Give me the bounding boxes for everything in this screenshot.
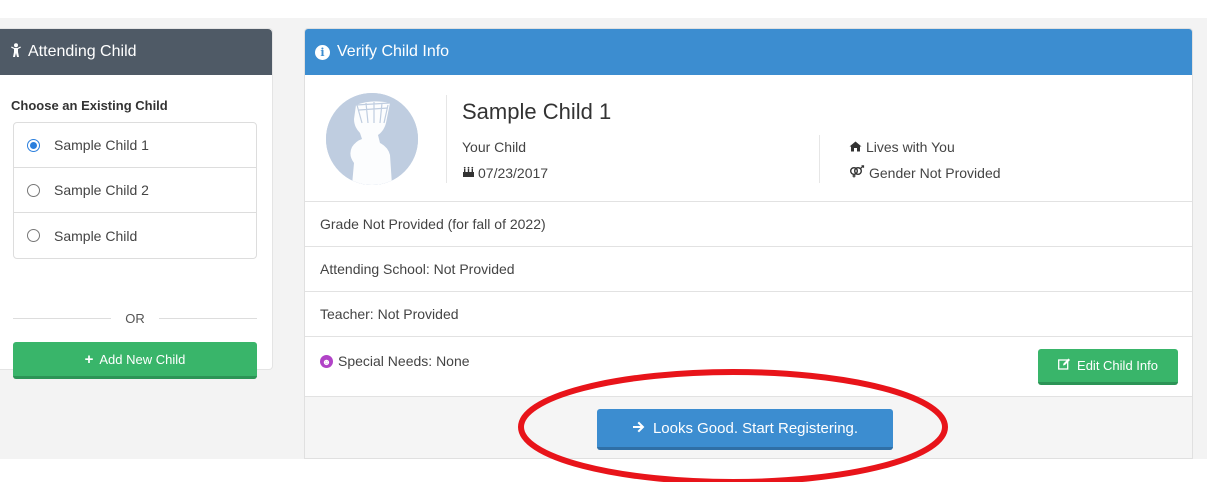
radio-icon[interactable] — [27, 229, 40, 242]
school-row: Attending School: Not Provided — [305, 247, 1192, 292]
add-new-child-label: Add New Child — [99, 351, 186, 367]
living-status-text: Lives with You — [866, 139, 955, 155]
special-needs-icon: ☻ — [320, 355, 333, 368]
divider-line — [158, 317, 257, 319]
gender-icon — [849, 165, 865, 181]
plus-icon: + — [84, 350, 94, 368]
teacher-value: Not Provided — [377, 306, 459, 322]
start-registering-button[interactable]: Looks Good. Start Registering. — [597, 409, 893, 450]
child-profile: Sample Child 1 Your Child 07/23/2017 Liv… — [305, 75, 1192, 202]
verify-child-title: Verify Child Info — [337, 43, 450, 60]
add-new-child-button[interactable]: + Add New Child — [13, 342, 257, 379]
school-label: Attending School: — [320, 261, 430, 277]
radio-icon[interactable] — [27, 183, 40, 197]
attending-child-header: Attending Child — [0, 29, 272, 75]
child-option-3[interactable]: Sample Child — [14, 213, 256, 258]
special-needs-value: None — [436, 353, 470, 369]
screenshot-stage: Attending Child Choose an Existing Child… — [0, 0, 1207, 482]
start-registering-label: Looks Good. Start Registering. — [652, 419, 859, 437]
avatar — [326, 93, 418, 185]
gender-status: Gender Not Provided — [849, 165, 1001, 181]
birth-date: 07/23/2017 — [462, 165, 548, 181]
child-option-label: Sample Child 1 — [54, 137, 149, 153]
edit-child-info-button[interactable]: Edit Child Info — [1038, 349, 1178, 385]
living-status: Lives with You — [849, 139, 955, 155]
radio-selected-icon[interactable] — [27, 138, 40, 152]
child-option-label: Sample Child 2 — [54, 182, 149, 198]
child-option-label: Sample Child — [54, 227, 138, 244]
or-text: OR — [125, 310, 145, 326]
edit-icon — [1058, 358, 1071, 373]
attending-child-panel: Attending Child Choose an Existing Child… — [0, 28, 273, 379]
info-circle-icon: i — [315, 44, 330, 60]
child-icon — [10, 42, 22, 62]
choose-existing-child-label: Choose an Existing Child — [11, 98, 168, 113]
verify-child-header: i Verify Child Info — [305, 29, 1192, 75]
gender-text: Gender Not Provided — [869, 165, 1001, 181]
teacher-label: Teacher: — [320, 306, 374, 322]
child-name: Sample Child 1 — [462, 99, 612, 124]
birth-date-text: 07/23/2017 — [478, 165, 549, 181]
verify-child-panel: i Verify Child Info Sample Child 1 Your … — [304, 28, 1193, 459]
special-needs-label: Special Needs: — [338, 353, 433, 369]
profile-divider — [446, 95, 447, 183]
or-divider: OR — [13, 309, 257, 327]
grade-text: Grade Not Provided (for fall of 2022) — [320, 216, 546, 232]
home-icon — [849, 140, 862, 155]
birthday-cake-icon — [462, 166, 475, 181]
relation-text: Your Child — [462, 139, 527, 155]
divider-line — [13, 317, 112, 319]
child-list: Sample Child 1 Sample Child 2 Sample Chi… — [13, 122, 257, 259]
child-option-1[interactable]: Sample Child 1 — [14, 123, 256, 168]
profile-divider — [819, 135, 820, 183]
attending-child-title: Attending Child — [28, 43, 137, 60]
arrow-right-icon — [632, 420, 645, 437]
child-option-2[interactable]: Sample Child 2 — [14, 168, 256, 213]
grade-row: Grade Not Provided (for fall of 2022) — [305, 202, 1192, 247]
school-value: Not Provided — [433, 261, 515, 277]
teacher-row: Teacher: Not Provided — [305, 292, 1192, 337]
edit-child-info-label: Edit Child Info — [1077, 358, 1158, 373]
